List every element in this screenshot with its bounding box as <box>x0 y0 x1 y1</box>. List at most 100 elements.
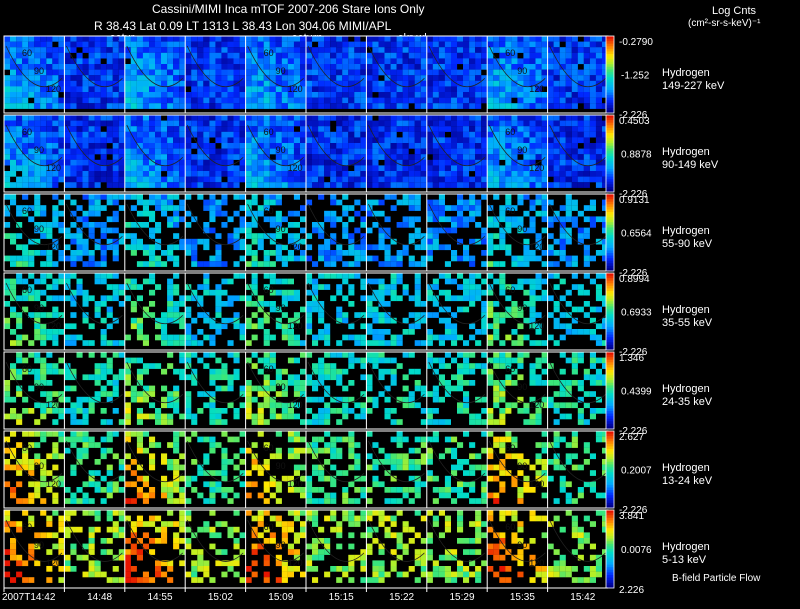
heatmap-pixel <box>10 80 17 87</box>
heatmap-pixel <box>390 58 397 65</box>
heatmap-pixel <box>118 120 125 127</box>
heatmap-pixel <box>511 115 518 121</box>
heatmap-pixel <box>70 171 77 177</box>
heatmap-pixel <box>420 159 427 166</box>
heatmap-pixel <box>4 481 11 488</box>
heatmap-pixel <box>318 250 325 256</box>
heatmap-pixel <box>16 115 23 121</box>
heatmap-pixel <box>82 317 89 324</box>
heatmap-pixel <box>257 317 264 324</box>
heatmap-pixel <box>390 137 397 144</box>
heatmap-pixel <box>221 103 228 109</box>
heatmap-pixel <box>583 182 590 188</box>
heatmap-pixel <box>251 75 258 81</box>
heatmap-pixel <box>293 36 300 42</box>
heatmap-pixel <box>420 233 427 239</box>
heatmap-pixel <box>4 171 11 177</box>
heatmap-pixel <box>517 165 524 172</box>
heatmap-pixel <box>10 165 17 172</box>
heatmap-pixel <box>547 75 554 81</box>
heatmap-pixel <box>547 115 554 121</box>
heatmap-pixel <box>565 329 572 335</box>
heatmap-pixel <box>245 159 252 166</box>
heatmap-pixel <box>46 41 53 48</box>
heatmap-pixel <box>408 171 415 177</box>
heatmap-pixel <box>10 431 17 437</box>
heatmap-pixel <box>505 380 512 386</box>
heatmap-pixel <box>46 222 53 228</box>
heatmap-pixel <box>571 176 578 183</box>
contour-label: 90 <box>276 145 286 155</box>
heatmap-pixel <box>46 120 53 127</box>
heatmap-pixel <box>306 182 313 188</box>
heatmap-pixel <box>22 97 29 104</box>
heatmap-pixel <box>414 176 421 183</box>
heatmap-pixel <box>571 41 578 48</box>
heatmap-pixel <box>384 171 391 177</box>
heatmap-pixel <box>420 143 427 149</box>
heatmap-pixel <box>402 194 409 200</box>
heatmap-pixel <box>342 103 349 109</box>
heatmap-pixel <box>324 368 331 375</box>
heatmap-pixel <box>221 120 228 127</box>
heatmap-pixel <box>577 154 584 160</box>
heatmap-pixel <box>583 103 590 109</box>
heatmap-pixel <box>58 120 65 127</box>
heatmap-pixel <box>185 222 192 228</box>
heatmap-pixel <box>414 199 421 206</box>
heatmap-pixel <box>469 92 476 98</box>
heatmap-pixel <box>577 120 584 127</box>
heatmap-pixel <box>167 126 174 132</box>
heatmap-pixel <box>511 261 518 267</box>
heatmap-pixel <box>529 36 536 42</box>
heatmap-pixel <box>589 374 596 381</box>
heatmap-pixel <box>46 143 53 149</box>
heatmap-pixel <box>565 137 572 144</box>
heatmap-pixel <box>167 182 174 188</box>
heatmap-pixel <box>414 289 421 296</box>
heatmap-pixel <box>22 41 29 48</box>
heatmap-pixel <box>167 334 174 341</box>
heatmap-pixel <box>384 413 391 420</box>
heatmap-pixel <box>118 143 125 149</box>
heatmap-pixel <box>149 199 156 206</box>
heatmap-pixel <box>463 340 470 346</box>
heatmap-pixel <box>287 126 294 132</box>
heatmap-pixel <box>16 357 23 364</box>
heatmap-pixel <box>577 306 584 313</box>
heatmap-pixel <box>541 126 548 132</box>
heatmap-pixel <box>46 52 53 59</box>
heatmap-pixel <box>523 131 530 138</box>
heatmap-pixel <box>94 210 101 217</box>
heatmap-pixel <box>197 391 204 397</box>
heatmap-pixel <box>402 103 409 109</box>
heatmap-pixel <box>64 64 71 70</box>
heatmap-pixel <box>257 75 264 81</box>
heatmap-pixel <box>336 143 343 149</box>
heatmap-pixel <box>191 41 198 48</box>
heatmap-pixel <box>245 115 252 121</box>
heatmap-pixel <box>571 216 578 223</box>
heatmap-pixel <box>4 159 11 166</box>
heatmap-pixel <box>469 368 476 375</box>
heatmap-pixel <box>420 52 427 59</box>
heatmap-pixel <box>451 216 458 223</box>
heatmap-pixel <box>191 154 198 160</box>
heatmap-pixel <box>348 380 355 386</box>
heatmap-pixel <box>511 329 518 335</box>
heatmap-pixel <box>16 295 23 302</box>
heatmap-pixel <box>595 41 602 48</box>
heatmap-pixel <box>4 64 11 70</box>
heatmap-pixel <box>149 64 156 70</box>
heatmap-pixel <box>94 58 101 65</box>
heatmap-pixel <box>106 436 113 443</box>
heatmap-pixel <box>76 238 83 245</box>
heatmap-pixel <box>366 171 373 177</box>
heatmap-pixel <box>173 120 180 127</box>
heatmap-pixel <box>149 47 156 53</box>
heatmap-pixel <box>161 47 168 53</box>
heatmap-pixel <box>481 317 488 324</box>
heatmap-pixel <box>251 69 258 76</box>
heatmap-pixel <box>227 58 234 65</box>
heatmap-pixel <box>396 52 403 59</box>
